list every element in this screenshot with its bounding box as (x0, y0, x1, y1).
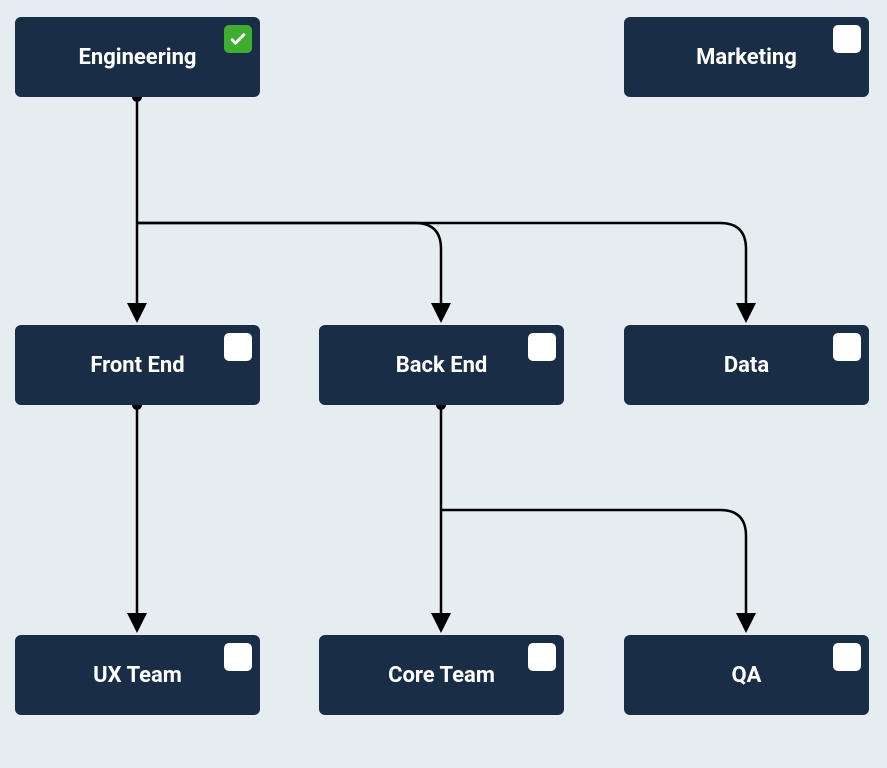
node-uxteam[interactable]: UX Team (15, 635, 260, 715)
node-backend[interactable]: Back End (319, 325, 564, 405)
checkbox-data[interactable] (833, 333, 861, 361)
node-label: QA (732, 663, 762, 688)
node-label: Marketing (696, 45, 797, 70)
node-coreteam[interactable]: Core Team (319, 635, 564, 715)
checkbox-coreteam[interactable] (528, 643, 556, 671)
checkmark-icon (228, 29, 248, 49)
node-label: Engineering (79, 45, 197, 70)
node-frontend[interactable]: Front End (15, 325, 260, 405)
node-label: Front End (90, 353, 184, 378)
node-label: Back End (396, 353, 488, 378)
node-engineering[interactable]: Engineering (15, 17, 260, 97)
checkbox-engineering[interactable] (224, 25, 252, 53)
node-label: Core Team (388, 663, 495, 688)
node-label: Data (724, 353, 769, 378)
node-data[interactable]: Data (624, 325, 869, 405)
checkbox-frontend[interactable] (224, 333, 252, 361)
checkbox-uxteam[interactable] (224, 643, 252, 671)
checkbox-qa[interactable] (833, 643, 861, 671)
checkbox-marketing[interactable] (833, 25, 861, 53)
checkbox-backend[interactable] (528, 333, 556, 361)
node-marketing[interactable]: Marketing (624, 17, 869, 97)
node-qa[interactable]: QA (624, 635, 869, 715)
node-label: UX Team (93, 663, 182, 688)
